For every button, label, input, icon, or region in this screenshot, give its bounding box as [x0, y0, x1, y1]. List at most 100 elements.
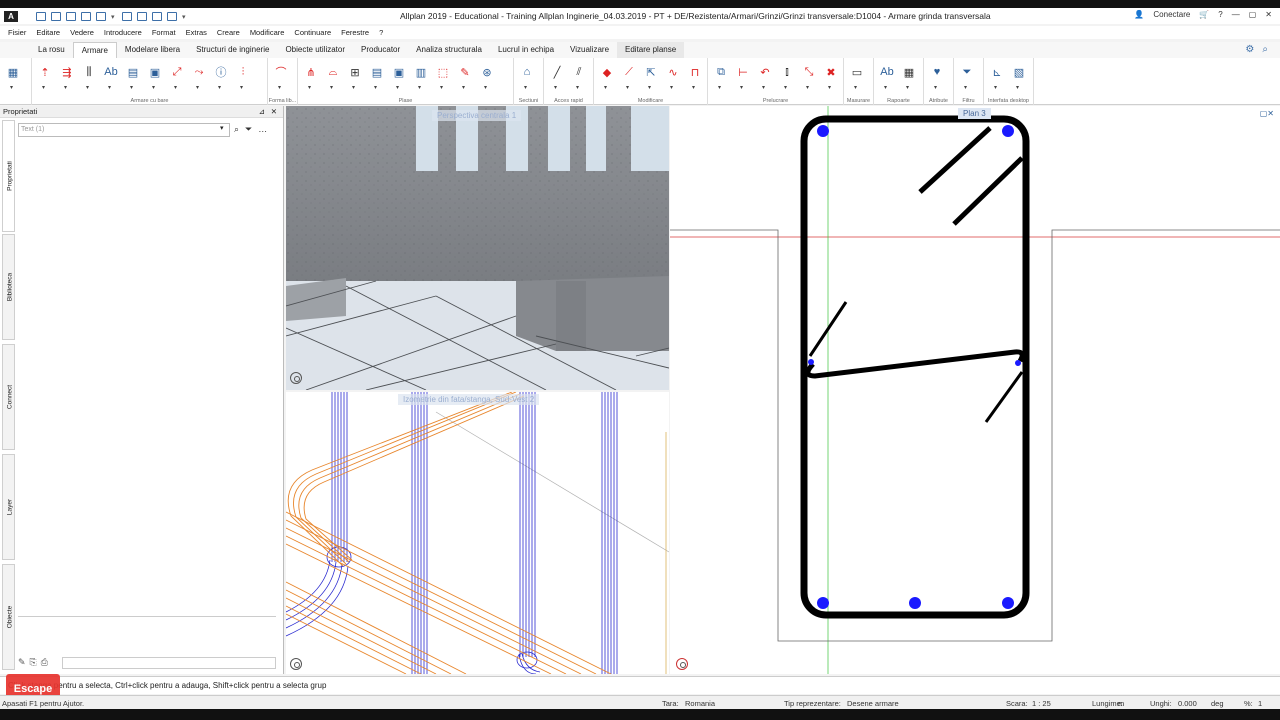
- pin-icon[interactable]: ⊿: [259, 106, 265, 118]
- status-repr[interactable]: Desene armare: [847, 699, 899, 708]
- rotate-icon[interactable]: ↶: [756, 63, 774, 92]
- copy-icon[interactable]: ⧉: [712, 63, 730, 92]
- vtab-layer[interactable]: Layer: [2, 454, 15, 560]
- menu-item[interactable]: Introducere: [104, 28, 142, 37]
- tab-analiza-structurala[interactable]: Analiza structurala: [408, 42, 490, 58]
- vtab-biblioteca[interactable]: Biblioteca: [2, 234, 15, 340]
- redo-icon[interactable]: [122, 11, 132, 21]
- bar-distribution-icon[interactable]: ⫼: [80, 63, 98, 92]
- minimize-button[interactable]: —: [1232, 10, 1240, 19]
- tab-lucrul-in-echipa[interactable]: Lucrul in echipa: [490, 42, 562, 58]
- hatch-icon[interactable]: ⫽: [570, 63, 588, 92]
- trim-icon[interactable]: ⟋: [620, 63, 638, 92]
- open-file-icon[interactable]: [51, 11, 61, 21]
- status-angle-unit[interactable]: deg: [1211, 699, 1224, 708]
- tab-producator[interactable]: Producator: [353, 42, 408, 58]
- property-filter-input[interactable]: Text (1): [18, 123, 230, 137]
- desktop-icon[interactable]: ▧: [1010, 63, 1028, 92]
- move-icon[interactable]: ⇱: [642, 63, 660, 92]
- menu-item[interactable]: Modificare: [250, 28, 285, 37]
- zoom-search-icon[interactable]: ⌕: [234, 124, 239, 135]
- cart-icon[interactable]: 🛒: [1199, 10, 1209, 19]
- report-list-icon[interactable]: ▦: [900, 63, 918, 92]
- viewport-plan[interactable]: Plan 3 ▢✕: [670, 106, 1280, 674]
- settings-icon[interactable]: [167, 11, 177, 21]
- bar-schedule-icon[interactable]: ▤: [124, 63, 142, 92]
- bar-modify-icon[interactable]: ⤢: [168, 63, 186, 92]
- view-icon[interactable]: [152, 11, 162, 21]
- bar-copy-icon[interactable]: ⤳: [190, 63, 208, 92]
- filter-icon[interactable]: ⏷: [245, 124, 252, 135]
- navigation-icon[interactable]: [290, 658, 302, 670]
- allplan-logo-icon[interactable]: A: [4, 10, 18, 22]
- status-scale[interactable]: 1 : 25: [1032, 699, 1051, 708]
- close-button[interactable]: ✕: [1265, 10, 1272, 19]
- filter-icon[interactable]: ⏷: [958, 63, 976, 92]
- chevron-down-icon[interactable]: ▾: [220, 124, 224, 132]
- bar-info-icon[interactable]: ⓘ: [212, 63, 230, 91]
- menu-item[interactable]: Ferestre: [341, 28, 369, 37]
- vtab-obiecte[interactable]: Obiecte: [2, 564, 15, 670]
- layout-icon[interactable]: ⊾: [988, 63, 1006, 92]
- mesh-area-icon[interactable]: ⌓: [324, 63, 342, 92]
- mesh-lap-icon[interactable]: ⊞: [346, 63, 364, 92]
- tab-editare-planse[interactable]: Editare planse: [617, 42, 685, 58]
- project-icon[interactable]: ▦: [4, 63, 22, 92]
- new-file-icon[interactable]: [36, 11, 46, 21]
- section-icon[interactable]: ⌂: [518, 63, 536, 91]
- viewport-perspective[interactable]: Perspectiva centrala 1: [286, 106, 669, 390]
- vtab-proprietati[interactable]: Proprietati: [2, 120, 15, 232]
- free-form-icon[interactable]: ⌒: [272, 63, 290, 91]
- transfer-icon[interactable]: ⎘: [30, 657, 37, 668]
- help-icon[interactable]: ?: [1218, 10, 1222, 19]
- connect-button[interactable]: Conectare: [1153, 10, 1190, 19]
- maximize-button[interactable]: ▢: [1249, 10, 1257, 19]
- print-icon[interactable]: [137, 11, 147, 21]
- text-report-icon[interactable]: Ab: [878, 63, 896, 91]
- tab-structuri-de-inginerie[interactable]: Structuri de inginerie: [188, 42, 277, 58]
- bar-bundle-icon[interactable]: ⫶: [234, 63, 252, 92]
- status-length-unit[interactable]: m: [1118, 699, 1124, 708]
- pipette-icon[interactable]: ✎: [18, 657, 26, 668]
- menu-item[interactable]: Format: [152, 28, 176, 37]
- close-palette-icon[interactable]: ✕: [271, 106, 277, 118]
- navigation-icon[interactable]: [290, 372, 302, 384]
- search-icon[interactable]: ⌕: [1262, 44, 1268, 55]
- viewport-isometric[interactable]: Izometrie din fata/stanga, Sud-Vest 2: [286, 392, 669, 674]
- tab-modelare-libera[interactable]: Modelare libera: [117, 42, 188, 58]
- undo-icon[interactable]: [96, 11, 106, 21]
- tab-la-rosu[interactable]: La rosu: [30, 42, 73, 58]
- maximize-viewport-icon[interactable]: ▢✕: [1260, 109, 1274, 118]
- mesh-edit-icon[interactable]: ✎: [456, 63, 474, 92]
- bar-shape-icon[interactable]: ⇡: [36, 63, 54, 92]
- more-icon[interactable]: …: [258, 124, 267, 135]
- tab-obiecte-utilizator[interactable]: Obiecte utilizator: [277, 42, 353, 58]
- vtab-connect[interactable]: Connect: [2, 344, 15, 450]
- status-country[interactable]: Romania: [685, 699, 715, 708]
- mesh-modify-icon[interactable]: ⬚: [434, 63, 452, 92]
- line-icon[interactable]: ╱: [548, 63, 566, 92]
- bar-legend-icon[interactable]: ▣: [146, 63, 164, 92]
- menu-item[interactable]: Fisier: [8, 28, 26, 37]
- mirror-icon[interactable]: ⊢: [734, 63, 752, 92]
- menu-item[interactable]: ?: [379, 28, 383, 37]
- menu-item[interactable]: Continuare: [294, 28, 331, 37]
- save-icon[interactable]: [66, 11, 76, 21]
- mesh-legend-icon[interactable]: ▥: [412, 63, 430, 92]
- menu-item[interactable]: Editare: [36, 28, 60, 37]
- tab-vizualizare[interactable]: Vizualizare: [562, 42, 617, 58]
- delete-segment-icon[interactable]: ◆: [598, 63, 616, 92]
- edit-icon[interactable]: [81, 11, 91, 21]
- match-icon[interactable]: ⎙: [41, 657, 48, 668]
- bar-label-icon[interactable]: Ab: [102, 63, 120, 91]
- mesh-icon[interactable]: ⋔: [302, 63, 320, 92]
- undo-dropdown-icon[interactable]: [111, 12, 117, 21]
- mirror-copy-icon[interactable]: ⫾: [778, 63, 796, 92]
- mesh-info-icon[interactable]: ⊛: [478, 63, 496, 92]
- mesh-label-icon[interactable]: ▤: [368, 63, 386, 92]
- tab-armare[interactable]: Armare: [72, 42, 117, 58]
- menu-item[interactable]: Creare: [217, 28, 240, 37]
- status-percent[interactable]: 1: [1258, 699, 1262, 708]
- menu-item[interactable]: Vedere: [70, 28, 94, 37]
- menu-item[interactable]: Extras: [186, 28, 207, 37]
